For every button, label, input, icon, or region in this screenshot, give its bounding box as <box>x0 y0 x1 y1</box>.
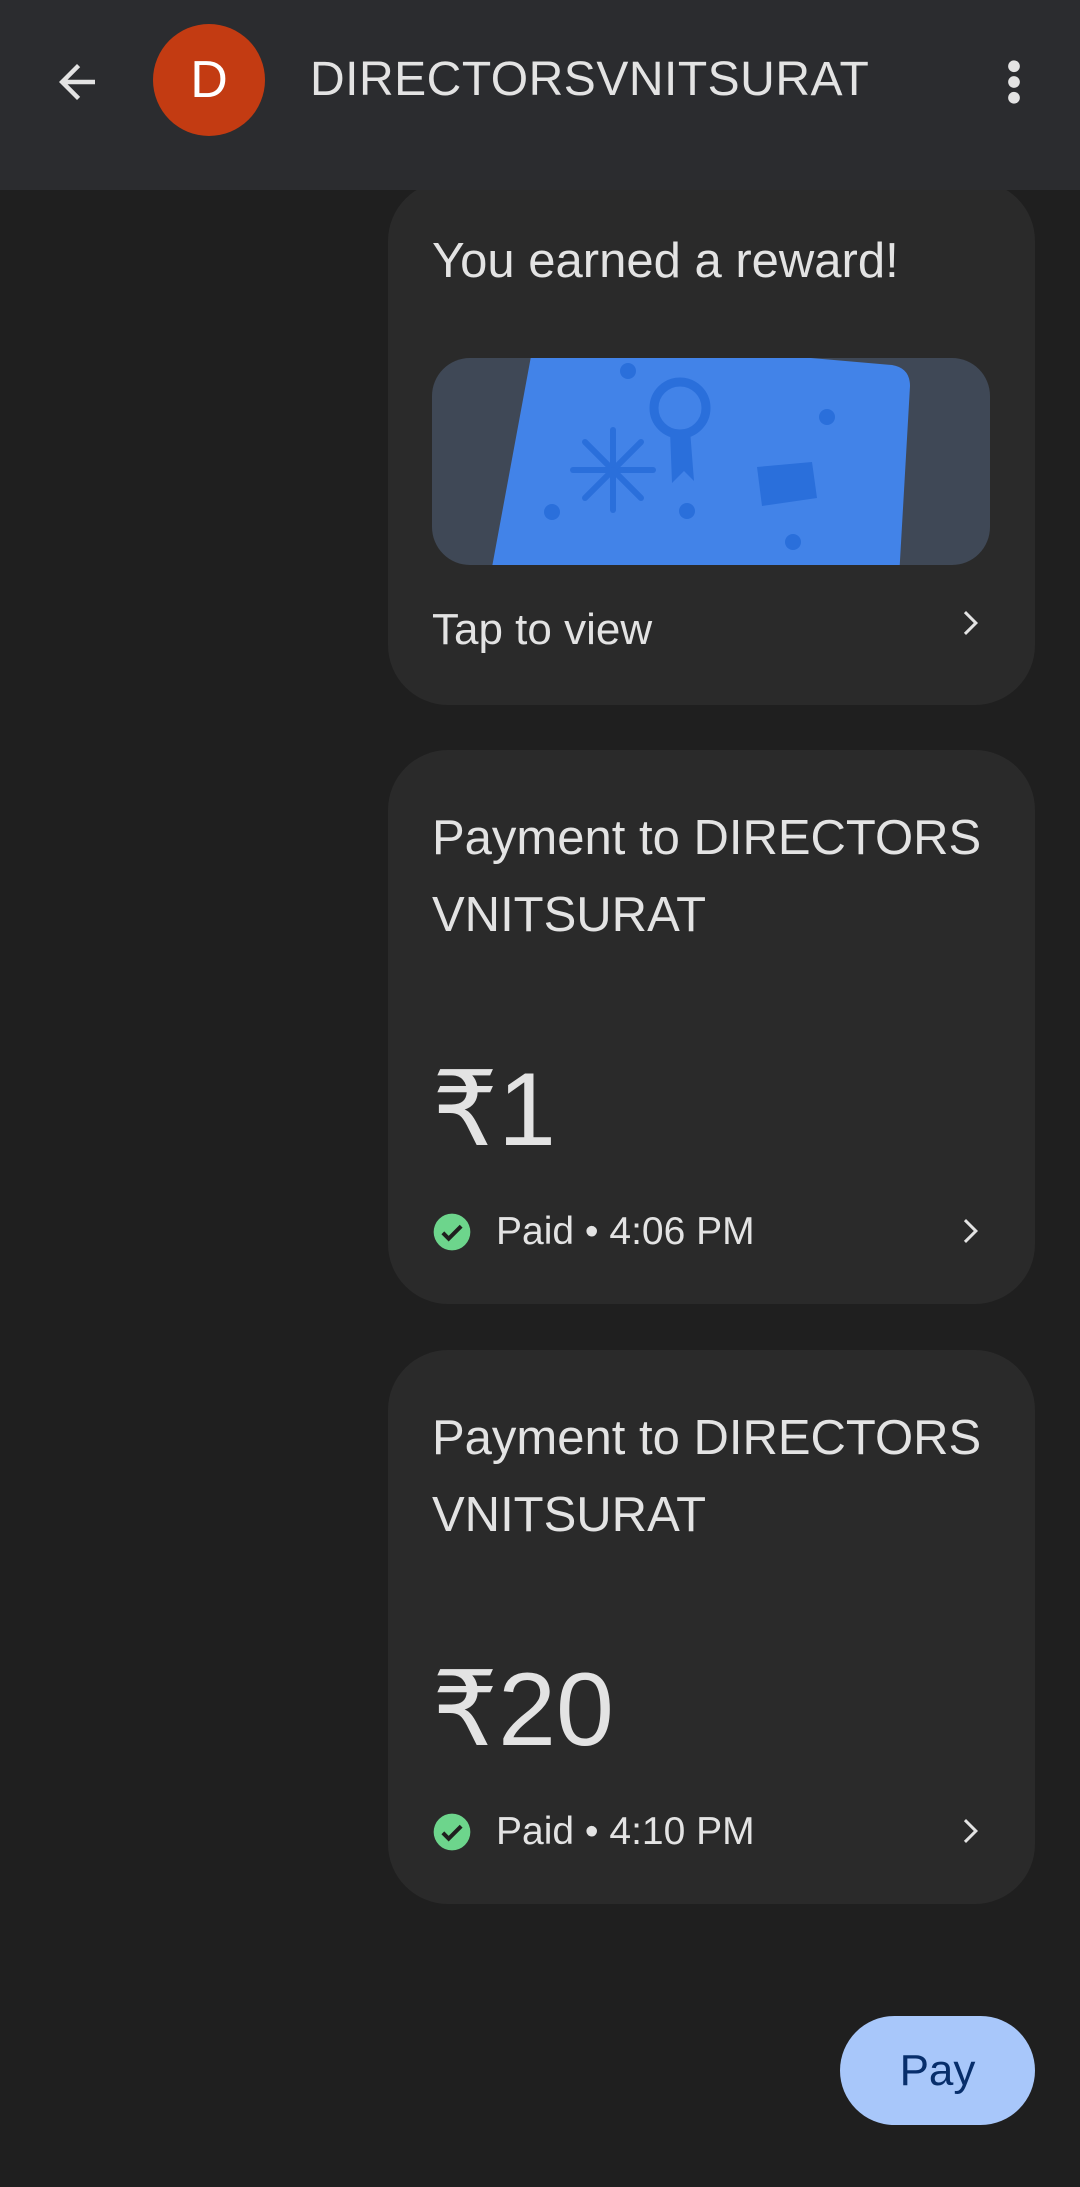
payment-title: Payment to DIRECTORSVNITSURAT <box>432 1411 982 1542</box>
reward-title: You earned a reward! <box>432 234 899 288</box>
payment-title: Payment to DIRECTORSVNITSURAT <box>432 811 982 942</box>
more-options-icon[interactable] <box>996 55 1032 109</box>
check-circle-icon <box>433 1813 471 1851</box>
payment-status: Paid • 4:06 PM <box>432 1210 755 1254</box>
status-text: Paid • 4:06 PM <box>496 1210 755 1253</box>
chevron-right-icon[interactable] <box>951 1813 987 1849</box>
payment-amount: ₹1 <box>432 1052 557 1168</box>
check-circle-icon <box>433 1213 471 1251</box>
reward-card-icon <box>492 358 910 565</box>
payment-card[interactable]: Payment to DIRECTORSVNITSURAT ₹20 Paid •… <box>388 1350 1035 1904</box>
payment-card[interactable]: Payment to DIRECTORSVNITSURAT ₹1 Paid • … <box>388 750 1035 1304</box>
pay-button[interactable]: Pay <box>840 2016 1035 2125</box>
payment-status: Paid • 4:10 PM <box>432 1810 755 1854</box>
reward-illustration <box>432 358 990 565</box>
back-arrow-icon[interactable] <box>50 55 104 109</box>
chevron-right-icon[interactable] <box>951 605 987 641</box>
contact-name[interactable]: DIRECTORSVNITSURAT <box>310 52 869 107</box>
app-header: D DIRECTORSVNITSURAT <box>0 0 1080 190</box>
chevron-right-icon[interactable] <box>951 1213 987 1249</box>
status-text: Paid • 4:10 PM <box>496 1810 755 1853</box>
payment-amount: ₹20 <box>432 1652 614 1768</box>
tap-to-view-label[interactable]: Tap to view <box>432 605 652 655</box>
avatar[interactable]: D <box>153 24 265 136</box>
reward-card[interactable]: You earned a reward! Tap to view <box>388 181 1035 705</box>
